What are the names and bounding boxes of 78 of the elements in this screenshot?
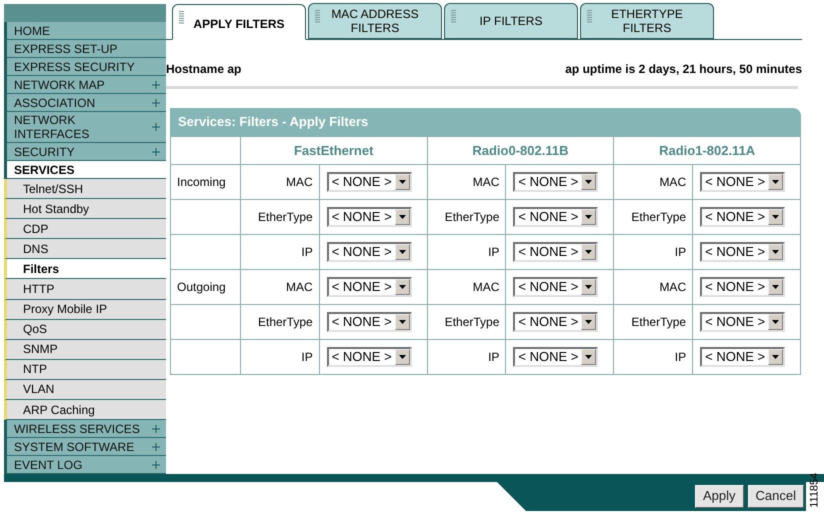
filter-label: MAC: [659, 280, 686, 294]
action-button[interactable]: Apply: [695, 484, 744, 508]
direction-label: Incoming: [177, 175, 226, 189]
filter-dropdown[interactable]: < NONE >: [700, 172, 786, 192]
sidebar-item[interactable]: SYSTEM SOFTWARE: [4, 438, 166, 456]
sidebar-subitem[interactable]: Telnet/SSH: [4, 179, 166, 200]
sidebar-item[interactable]: WIRELESS SERVICES: [4, 420, 166, 438]
tab[interactable]: IP FILTERS: [444, 3, 578, 39]
filter-label: IP: [488, 245, 500, 259]
filter-dropdown[interactable]: < NONE >: [513, 242, 598, 262]
filter-dropdown[interactable]: < NONE >: [326, 312, 412, 332]
uptime-text: ap uptime is 2 days, 21 hours, 50 minutes: [565, 61, 802, 78]
column-header: Radio0-802.11B: [427, 136, 614, 164]
sidebar-subitem[interactable]: SNMP: [4, 340, 166, 360]
action-button[interactable]: Cancel: [748, 484, 804, 508]
sidebar-item[interactable]: NETWORK INTERFACES: [4, 112, 166, 143]
grip-icon: [179, 11, 184, 25]
filter-dropdown[interactable]: < NONE >: [513, 172, 598, 192]
sidebar-item[interactable]: NETWORK MAP: [4, 76, 166, 94]
filter-label: EtherType: [258, 210, 313, 224]
tab[interactable]: MAC ADDRESS FILTERS: [308, 3, 442, 39]
filter-label: EtherType: [631, 210, 686, 224]
grip-icon: [451, 10, 456, 24]
grip-icon: [315, 10, 320, 24]
direction-label: Outgoing: [177, 280, 226, 294]
sidebar-subitem[interactable]: Proxy Mobile IP: [4, 300, 166, 320]
sidebar-subitem[interactable]: DNS: [4, 239, 166, 260]
column-header: Radio1-802.11A: [614, 136, 800, 164]
sidebar-subitem[interactable]: CDP: [4, 219, 166, 240]
sidebar-item[interactable]: HOME: [4, 22, 166, 40]
tab[interactable]: APPLY FILTERS: [172, 4, 306, 40]
sidebar-subitem[interactable]: Hot Standby: [4, 199, 166, 220]
filter-dropdown[interactable]: < NONE >: [700, 277, 786, 297]
sidebar-subitem[interactable]: Filters: [4, 259, 166, 280]
filter-dropdown[interactable]: < NONE >: [326, 172, 412, 192]
filter-dropdown[interactable]: < NONE >: [513, 312, 598, 332]
filter-dropdown[interactable]: < NONE >: [700, 347, 786, 367]
filter-dropdown[interactable]: < NONE >: [326, 347, 412, 367]
filter-label: MAC: [286, 280, 313, 294]
filter-dropdown[interactable]: < NONE >: [326, 207, 412, 227]
sidebar-item[interactable]: SECURITY: [4, 143, 166, 161]
filter-dropdown[interactable]: < NONE >: [513, 207, 598, 227]
filter-label: MAC: [472, 175, 500, 189]
column-header: FastEthernet: [240, 136, 428, 164]
filter-label: IP: [301, 350, 313, 364]
filter-label: MAC: [286, 175, 313, 189]
figure-number: 111854: [808, 472, 822, 508]
sidebar-item[interactable]: ASSOCIATION: [4, 94, 166, 112]
sidebar-item[interactable]: EXPRESS SET-UP: [4, 40, 166, 58]
sidebar-item[interactable]: SERVICES: [4, 161, 166, 179]
filter-dropdown[interactable]: < NONE >: [700, 312, 786, 332]
sidebar-item[interactable]: EVENT LOG: [4, 456, 166, 474]
filter-label: MAC: [472, 280, 500, 294]
sidebar-subitem[interactable]: NTP: [4, 360, 166, 380]
filter-label: EtherType: [444, 315, 500, 329]
sidebar-subitem[interactable]: ARP Caching: [4, 400, 166, 420]
filter-label: IP: [301, 245, 313, 259]
filter-label: IP: [674, 245, 686, 259]
sidebar-subitem[interactable]: HTTP: [4, 279, 166, 300]
filter-label: EtherType: [631, 315, 686, 329]
tab[interactable]: ETHERTYPE FILTERS: [580, 3, 714, 39]
sidebar-subitem[interactable]: QoS: [4, 320, 166, 340]
grip-icon: [587, 10, 592, 24]
hostname-text: Hostname ap: [166, 61, 242, 78]
filter-label: MAC: [659, 175, 686, 189]
sidebar-subitem[interactable]: VLAN: [4, 380, 166, 400]
filter-dropdown[interactable]: < NONE >: [513, 347, 598, 367]
filter-label: IP: [488, 350, 500, 364]
filter-label: IP: [674, 350, 686, 364]
filter-dropdown[interactable]: < NONE >: [326, 277, 412, 297]
table-title: Services: Filters - Apply Filters: [178, 113, 368, 132]
filter-dropdown[interactable]: < NONE >: [700, 242, 786, 262]
filter-dropdown[interactable]: < NONE >: [513, 277, 598, 297]
filter-dropdown[interactable]: < NONE >: [326, 242, 412, 262]
filter-label: EtherType: [258, 315, 313, 329]
filter-label: EtherType: [444, 210, 500, 224]
filter-dropdown[interactable]: < NONE >: [700, 207, 786, 227]
sidebar-item[interactable]: EXPRESS SECURITY: [4, 58, 166, 76]
